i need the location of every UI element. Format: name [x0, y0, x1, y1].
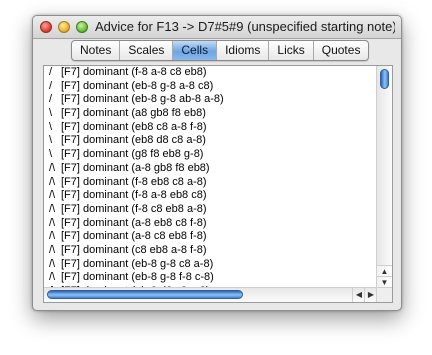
- contour-glyph: \: [49, 107, 53, 120]
- list-item[interactable]: / [F7] dominant (eb-8 g-8 ab-8 a-8): [49, 93, 374, 107]
- list-item[interactable]: /\ [F7] dominant (c8 eb8 a-8 f-8): [49, 244, 374, 258]
- cell-text: [F7] dominant (eb-8 g-8 c8 a-8): [61, 257, 214, 270]
- cell-text: [F7] dominant (eb-8 g-8 ab-8 a-8): [61, 93, 224, 106]
- cell-text: [F7] dominant (f-8 eb8 c8 a-8): [61, 175, 207, 188]
- list-item[interactable]: \ [F7] dominant (g8 f8 eb8 g-8): [49, 148, 374, 162]
- advice-tab-bar: Notes Scales Cells Idioms Licks Quotes: [71, 40, 370, 61]
- cell-text: [F7] dominant (eb8 c8 a-8 f-8): [61, 120, 207, 133]
- cell-text: [F7] dominant (a8 gb8 f8 eb8): [61, 107, 206, 120]
- list-item[interactable]: \ [F7] dominant (a8 gb8 f8 eb8): [49, 107, 374, 121]
- contour-glyph: /\: [49, 257, 56, 270]
- tab-idioms[interactable]: Idioms: [217, 41, 270, 60]
- window-title: Advice for F13 -> D7#5#9 (unspecified st…: [95, 19, 395, 34]
- cell-text: [F7] dominant (eb-8 g-8 a-8 c8): [61, 79, 214, 92]
- tab-quotes[interactable]: Quotes: [314, 41, 369, 60]
- cells-list[interactable]: / [F7] dominant (f-8 a-8 c8 eb8) / [F7] dom…: [44, 66, 374, 288]
- list-item[interactable]: /\ [F7] dominant (f-8 a-8 eb8 c8): [49, 189, 374, 203]
- close-icon[interactable]: [40, 21, 52, 33]
- list-item[interactable]: /\ [F7] dominant (a-8 eb8 c8 f-8): [49, 217, 374, 231]
- contour-glyph: /: [49, 79, 53, 92]
- cell-text: [F7] dominant (g8 f8 eb8 g-8): [61, 148, 204, 161]
- tab-cells[interactable]: Cells: [173, 41, 218, 60]
- contour-glyph: /: [49, 66, 53, 78]
- cell-text: [F7] dominant (eb-8 g-8 f-8 c-8): [61, 271, 214, 284]
- list-item[interactable]: \ [F7] dominant (eb8 c8 a-8 f-8): [49, 121, 374, 135]
- title-bar[interactable]: Advice for F13 -> D7#5#9 (unspecified st…: [33, 16, 401, 39]
- contour-glyph: /\: [49, 161, 56, 174]
- cell-text: [F7] dominant (f-8 c8 eb8 a-8): [61, 202, 207, 215]
- advice-window: Advice for F13 -> D7#5#9 (unspecified st…: [32, 15, 402, 311]
- tab-scales[interactable]: Scales: [120, 41, 174, 60]
- cells-list-panel: / [F7] dominant (f-8 a-8 c8 eb8) / [F7] dom…: [43, 65, 393, 303]
- contour-glyph: /\: [49, 271, 56, 284]
- cell-text: [F7] dominant (a-8 gb8 f8 eb8): [61, 161, 210, 174]
- contour-glyph: /\: [49, 189, 56, 202]
- list-item[interactable]: / [F7] dominant (f-8 a-8 c8 eb8): [49, 66, 374, 80]
- tab-notes[interactable]: Notes: [72, 41, 121, 60]
- contour-glyph: /\: [49, 230, 56, 243]
- cell-text: [F7] dominant (a-8 c8 eb8 f-8): [61, 230, 207, 243]
- contour-glyph: /\: [49, 216, 56, 229]
- list-item[interactable]: /\ [F7] dominant (a-8 c8 eb8 f-8): [49, 230, 374, 244]
- minimize-icon[interactable]: [58, 21, 70, 33]
- cell-text: [F7] dominant (a-8 eb8 c8 f-8): [61, 216, 207, 229]
- contour-glyph: /: [49, 93, 53, 106]
- scroll-corner: [376, 287, 392, 302]
- list-item[interactable]: / [F7] dominant (eb-8 g-8 a-8 c8): [49, 80, 374, 94]
- vertical-scrollbar[interactable]: ▲ ▼: [376, 66, 392, 302]
- list-item[interactable]: /\ [F7] dominant (f-8 c8 eb8 a-8): [49, 203, 374, 217]
- list-item[interactable]: /\ [F7] dominant (eb-8 g-8 f-8 c-8): [49, 271, 374, 285]
- cell-text: [F7] dominant (c8 eb8 a-8 f-8): [61, 243, 207, 256]
- contour-glyph: /\: [49, 175, 56, 188]
- horizontal-scroll-thumb[interactable]: [47, 290, 243, 299]
- list-item[interactable]: /\ [F7] dominant (a-8 gb8 f8 eb8): [49, 162, 374, 176]
- cell-text: [F7] dominant (f-8 a-8 c8 eb8): [61, 66, 207, 78]
- contour-glyph: \: [49, 148, 53, 161]
- contour-glyph: /\: [49, 202, 56, 215]
- cell-text: [F7] dominant (f-8 a-8 eb8 c8): [61, 189, 207, 202]
- contour-glyph: /\: [49, 243, 56, 256]
- list-item[interactable]: /\ [F7] dominant (eb-8 g-8 c8 a-8): [49, 258, 374, 272]
- contour-glyph: \: [49, 120, 53, 133]
- horizontal-scrollbar[interactable]: ◀ ▶: [44, 287, 377, 302]
- list-item[interactable]: /\ [F7] dominant (f-8 eb8 c8 a-8): [49, 176, 374, 190]
- tab-licks[interactable]: Licks: [269, 41, 314, 60]
- vertical-scroll-thumb[interactable]: [380, 69, 389, 89]
- contour-glyph: \: [49, 134, 53, 147]
- cell-text: [F7] dominant (eb8 d8 c8 a-8): [61, 134, 206, 147]
- list-item[interactable]: \ [F7] dominant (eb8 d8 c8 a-8): [49, 134, 374, 148]
- zoom-icon[interactable]: [76, 21, 88, 33]
